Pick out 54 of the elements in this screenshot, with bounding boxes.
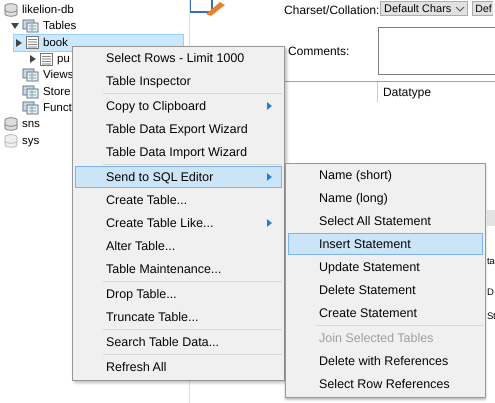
submenu-arrow-icon (267, 219, 272, 227)
collapsed-arrow-icon[interactable] (29, 55, 37, 64)
tree-item[interactable]: Views (43, 69, 74, 82)
menu-item[interactable]: Search Table Data... (75, 331, 282, 353)
charset-dropdown[interactable]: Default Chars (380, 1, 468, 16)
expanded-arrow-icon[interactable] (11, 22, 19, 30)
charset-label: Charset/Collation: (284, 2, 380, 16)
menu-item[interactable]: Select Row References (288, 373, 483, 395)
menu-item[interactable]: Table Inspector (75, 70, 282, 92)
table-cell-text: D (487, 287, 495, 300)
menu-item[interactable]: Update Statement (288, 256, 483, 278)
chevron-down-icon (455, 4, 466, 12)
column-header[interactable]: Datatype (377, 82, 432, 102)
menu-item[interactable]: Select All Statement (288, 210, 483, 232)
table-cell-text: St (487, 311, 495, 324)
comments-field[interactable] (378, 27, 495, 75)
folder-icon (22, 19, 39, 34)
tree-item[interactable]: pu (57, 53, 70, 66)
menu-item[interactable]: Insert Statement (288, 233, 483, 255)
menu-item[interactable]: Name (long) (288, 187, 483, 209)
tree-item[interactable]: Store (43, 86, 70, 98)
submenu-arrow-icon (267, 102, 272, 110)
table-icon (26, 36, 39, 50)
tree-item[interactable]: sns (22, 118, 40, 130)
menu-item[interactable]: Create Table... (75, 189, 282, 211)
menu-item[interactable]: Name (short) (288, 164, 483, 186)
menu-item[interactable]: Truncate Table... (75, 306, 282, 328)
menu-item[interactable]: Refresh All (75, 356, 282, 378)
tree-item[interactable]: sys (22, 134, 40, 147)
folder-icon (22, 100, 39, 115)
collation-dropdown[interactable]: Def (472, 1, 493, 16)
submenu-arrow-icon (267, 173, 272, 181)
menu-item[interactable]: Delete with References (288, 350, 483, 372)
comments-label: Comments: (287, 44, 350, 58)
collapsed-arrow-icon[interactable] (15, 38, 23, 47)
tree-item[interactable]: Tables (43, 20, 76, 32)
folder-icon (22, 68, 39, 82)
tree-item[interactable]: book (43, 36, 68, 49)
menu-item[interactable]: Alter Table... (75, 235, 282, 257)
tree-item[interactable]: likelion-db (22, 4, 74, 16)
table-icon (40, 52, 53, 66)
menu-item[interactable]: Drop Table... (75, 283, 282, 305)
folder-icon (22, 84, 39, 99)
menu-item[interactable]: Send to SQL Editor (75, 166, 282, 188)
menu-item[interactable]: Table Maintenance... (75, 258, 282, 280)
menu-item[interactable]: Table Data Import Wizard (75, 141, 282, 163)
menu-item[interactable]: Table Data Export Wizard (75, 118, 282, 140)
menu-item[interactable]: Create Table Like... (75, 212, 282, 234)
tree-item[interactable]: Funct (43, 102, 72, 114)
table-cell-text: ta (487, 256, 495, 269)
menu-item[interactable]: Copy to Clipboard (75, 95, 282, 117)
menu-item[interactable]: Delete Statement (288, 279, 483, 301)
table-header-bar (487, 210, 495, 226)
menu-item[interactable]: Create Statement (288, 302, 483, 324)
